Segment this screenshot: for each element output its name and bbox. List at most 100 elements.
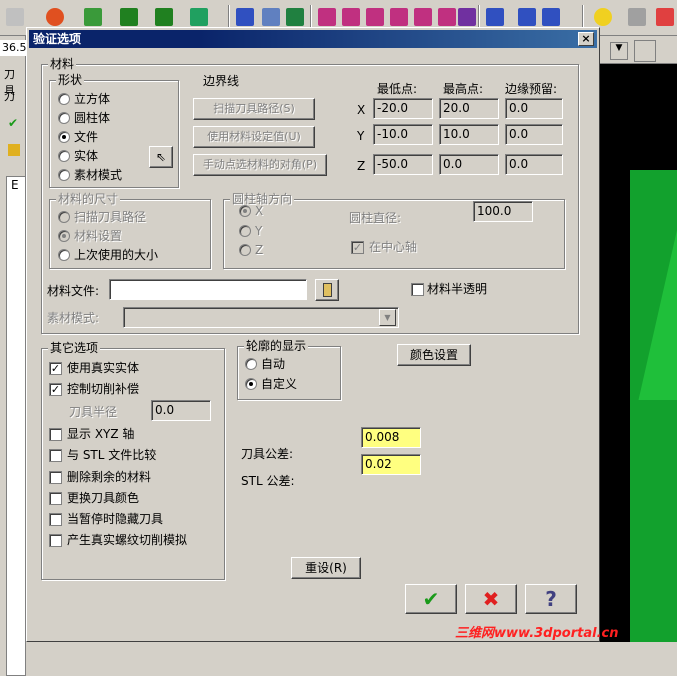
radio-axis-x[interactable]	[239, 205, 251, 217]
y-low-field[interactable]: -10.0	[373, 124, 433, 145]
toolpath-icon-4[interactable]	[390, 8, 408, 26]
transform-tool-icon[interactable]	[236, 8, 254, 26]
tab-tool[interactable]: 刀	[4, 88, 15, 104]
arc-tool-icon[interactable]	[46, 8, 64, 26]
dropdown-arrow-icon[interactable]: ▼	[610, 42, 628, 60]
y-margin-field[interactable]: 0.0	[505, 124, 563, 145]
compare-stl-checkbox[interactable]	[49, 449, 62, 462]
mirror-tool-icon[interactable]	[262, 8, 280, 26]
radio-stock-mode[interactable]	[58, 169, 70, 181]
radio-contour-custom[interactable]	[245, 378, 257, 390]
toolpath-icon-5[interactable]	[414, 8, 432, 26]
shape-option-file: 文件	[74, 130, 99, 144]
lightbulb-icon[interactable]	[594, 8, 612, 26]
hide-tool-pause-checkbox[interactable]	[49, 513, 62, 526]
radio-cylinder[interactable]	[58, 112, 70, 124]
center-axis-checkbox[interactable]: ✓	[351, 241, 364, 254]
chamfer-tool-icon[interactable]	[155, 8, 173, 26]
radio-contour-auto[interactable]	[245, 358, 257, 370]
x-low-field[interactable]: -20.0	[373, 98, 433, 119]
arrange-tool-icon[interactable]	[542, 8, 560, 26]
z-low-field[interactable]: -50.0	[373, 154, 433, 175]
cylinder-diameter-field[interactable]: 100.0	[473, 201, 533, 222]
y-high-field[interactable]: 10.0	[439, 124, 499, 145]
help-button[interactable]: ?	[525, 584, 577, 614]
stock-mode-select[interactable]	[123, 307, 399, 328]
x-margin-field[interactable]: 0.0	[505, 98, 563, 119]
cylinder-tool-icon[interactable]	[190, 8, 208, 26]
toolpath-icon-1[interactable]	[318, 8, 336, 26]
shape-group-label: 形状	[56, 73, 85, 87]
axis-option-z: Z	[255, 243, 264, 257]
right-toolbar: ▼	[600, 36, 677, 64]
radio-solid[interactable]	[58, 150, 70, 162]
reset-button[interactable]: 重设(R)	[291, 557, 361, 579]
translucent-checkbox[interactable]	[411, 283, 424, 296]
cancel-button[interactable]: ✖	[465, 584, 517, 614]
z-high-field[interactable]: 0.0	[439, 154, 499, 175]
ok-button[interactable]: ✔	[405, 584, 457, 614]
browse-file-button[interactable]	[315, 279, 339, 301]
use-true-solid-checkbox[interactable]: ✓	[49, 362, 62, 375]
x-axis-label: X	[357, 103, 366, 117]
check-icon: ✔	[422, 587, 440, 611]
spline-tool-icon[interactable]	[120, 8, 138, 26]
margin-header: 边缘预留:	[505, 82, 558, 96]
view-icon[interactable]	[634, 40, 656, 62]
delete-remaining-checkbox[interactable]	[49, 471, 62, 484]
control-comp-label: 控制切削补偿	[67, 382, 140, 396]
radio-axis-y[interactable]	[239, 225, 251, 237]
operations-tree[interactable]: E	[6, 176, 26, 676]
radio-cube[interactable]	[58, 93, 70, 105]
file-icon	[323, 283, 332, 297]
tool-radius-field[interactable]: 0.0	[151, 400, 211, 421]
cursor-arrow-icon: ⇖	[155, 150, 167, 164]
settings-icon[interactable]	[628, 8, 646, 26]
toolpath-icon-7[interactable]	[458, 8, 476, 26]
color-settings-button[interactable]: 颜色设置	[397, 344, 471, 366]
check-icon[interactable]: ✔	[8, 116, 18, 130]
close-button[interactable]: ×	[578, 32, 594, 46]
contour-display-label: 轮廓的显示	[244, 339, 309, 353]
x-high-field[interactable]: 20.0	[439, 98, 499, 119]
offset-tool-icon[interactable]	[286, 8, 304, 26]
pick-corners-button[interactable]: 手动点选材料的对角(P)	[193, 154, 327, 176]
stock-mode-label: 素材模式:	[47, 311, 100, 325]
other-options-label: 其它选项	[48, 341, 101, 355]
verify-options-dialog: 验证选项 × 材料 形状 立方体 圆柱体 文件 实体 素材模式 ⇖ 边界线 扫描…	[26, 27, 600, 642]
material-size-group-label: 材料的尺寸	[56, 192, 121, 206]
lock-icon[interactable]	[8, 144, 20, 156]
radio-material-setting[interactable]	[58, 230, 70, 242]
use-material-setting-button[interactable]: 使用材料设定值(U)	[193, 126, 315, 148]
toolpath-icon-3[interactable]	[366, 8, 384, 26]
contour-option-custom: 自定义	[261, 377, 298, 391]
toolpath-icon-6[interactable]	[438, 8, 456, 26]
tool-tolerance-field[interactable]: 0.008	[361, 427, 421, 448]
material-file-input[interactable]	[109, 279, 307, 300]
show-xyz-checkbox[interactable]	[49, 428, 62, 441]
scan-toolpath-button[interactable]: 扫描刀具路径(S)	[193, 98, 315, 120]
window-icon[interactable]	[656, 8, 674, 26]
control-comp-checkbox[interactable]: ✓	[49, 383, 62, 396]
shape-option-cube: 立方体	[74, 92, 111, 106]
line-tool-icon[interactable]	[6, 8, 24, 26]
left-panel: 36.54 刀具 刀 ✔ E	[0, 36, 26, 676]
chevron-down-icon[interactable]: ▼	[379, 309, 396, 326]
pattern-tool-icon[interactable]	[518, 8, 536, 26]
x-icon: ✖	[482, 587, 500, 611]
shape-option-solid: 实体	[74, 149, 99, 163]
toolpath-icon-2[interactable]	[342, 8, 360, 26]
thread-sim-checkbox[interactable]	[49, 534, 62, 547]
z-margin-field[interactable]: 0.0	[505, 154, 563, 175]
stl-tolerance-field[interactable]: 0.02	[361, 454, 421, 475]
delete-remaining-label: 删除剩余的材料	[67, 470, 152, 484]
drill-tool-icon[interactable]	[486, 8, 504, 26]
radio-axis-z[interactable]	[239, 244, 251, 256]
tree-item[interactable]: E	[11, 178, 19, 192]
select-solid-button[interactable]: ⇖	[149, 146, 173, 168]
radio-last-size[interactable]	[58, 249, 70, 261]
radio-file[interactable]	[58, 131, 70, 143]
radio-scan-toolpath[interactable]	[58, 211, 70, 223]
rectangle-tool-icon[interactable]	[84, 8, 102, 26]
change-tool-color-checkbox[interactable]	[49, 492, 62, 505]
